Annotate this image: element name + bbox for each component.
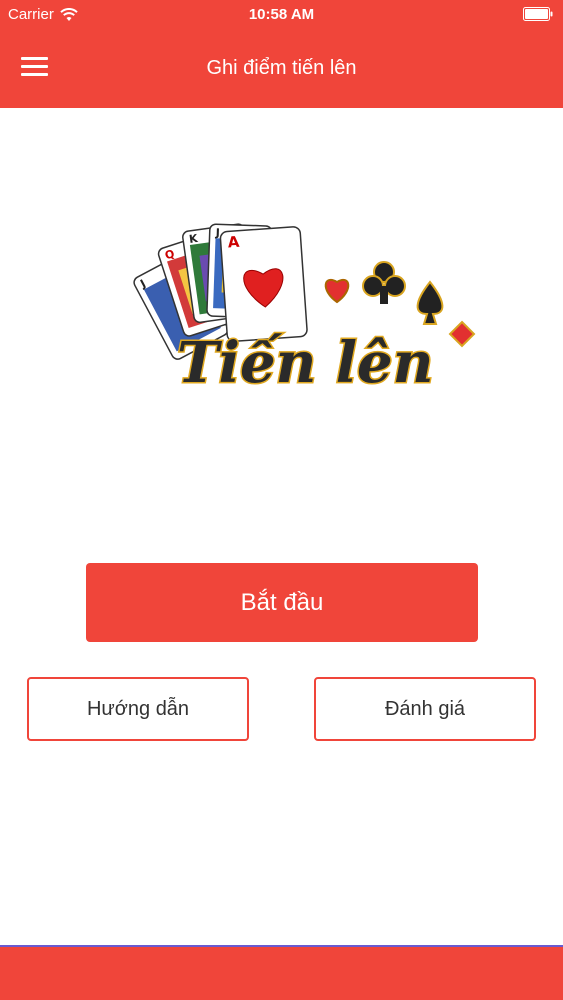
start-button[interactable]: Bắt đầu [86,563,478,642]
guide-button[interactable]: Hướng dẫn [27,677,249,741]
status-time: 10:58 AM [248,6,315,23]
svg-text:J: J [214,226,220,239]
bottom-bar [0,945,563,1000]
spade-suit-icon [416,280,444,325]
svg-text:A: A [227,233,240,252]
status-bar: Carrier 10:58 AM [0,0,563,30]
heart-suit-icon [324,279,350,304]
rate-button[interactable]: Đánh giá [314,677,536,741]
diamond-suit-icon [448,320,476,348]
page-title: Ghi điểm tiến lên [206,57,357,79]
logo-text: Tiến lên [177,330,433,396]
navigation-bar: Ghi điểm tiến lên [0,40,563,96]
battery-icon [523,7,553,21]
club-suit-icon [362,261,406,304]
header-bar: Carrier 10:58 AM Ghi điểm tiến lên [0,0,563,108]
tien-len-logo: J Q K J A Tiến lên [133,223,476,398]
